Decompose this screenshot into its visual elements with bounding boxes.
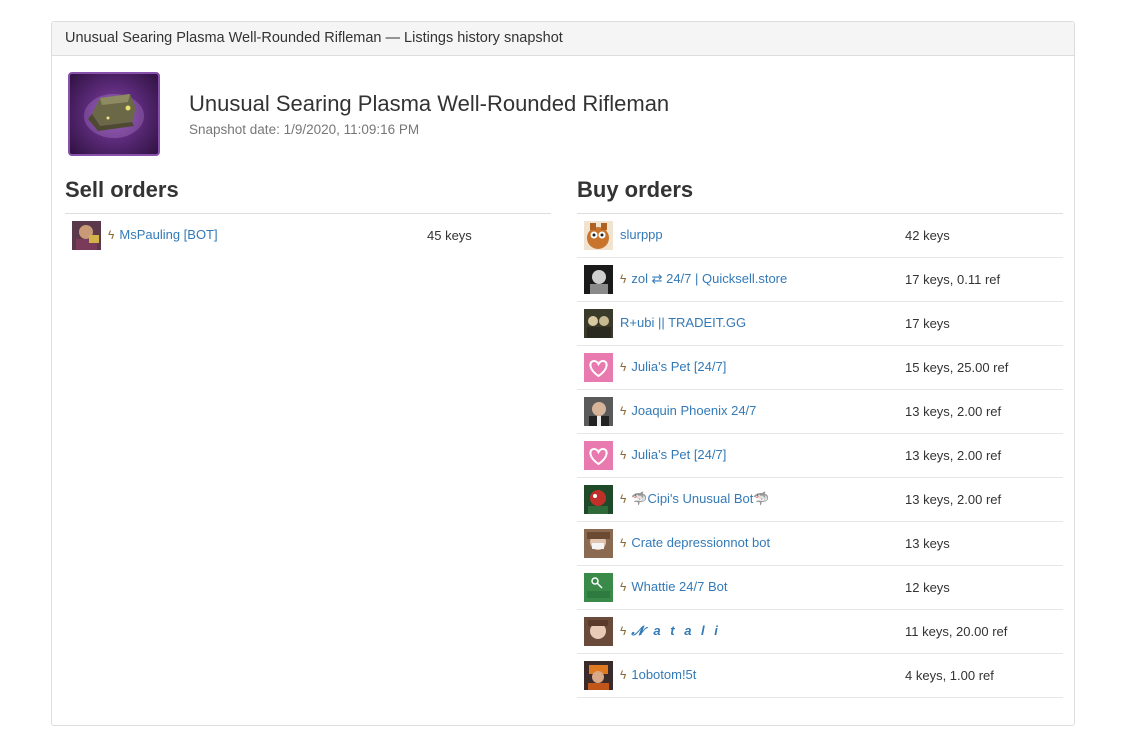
buy-orders-column: Buy orders slurppp 42 keys ϟ zol ⇄ 24/7 |… xyxy=(577,175,1063,698)
order-price: 13 keys, 2.00 ref xyxy=(905,492,1002,507)
item-header: Unusual Searing Plasma Well-Rounded Rifl… xyxy=(52,56,1074,172)
order-price: 13 keys, 2.00 ref xyxy=(905,448,1002,463)
avatar[interactable] xyxy=(584,661,613,690)
order-price: 12 keys xyxy=(905,580,950,595)
buy-order-row: ϟ Joaquin Phoenix 24/7 13 keys, 2.00 ref xyxy=(577,390,1063,434)
buy-order-row: ϟ Whattie 24/7 Bot 12 keys xyxy=(577,566,1063,610)
order-price: 15 keys, 25.00 ref xyxy=(905,360,1009,375)
lightning-bolt-icon: ϟ xyxy=(620,580,627,594)
user-link[interactable]: ϟ Whattie 24/7 Bot xyxy=(620,579,727,594)
lightning-bolt-icon: ϟ xyxy=(620,360,627,374)
buy-order-row: R+ubi || TRADEIT.GG 17 keys xyxy=(577,302,1063,346)
lightning-bolt-icon: ϟ xyxy=(620,404,627,418)
order-price: 17 keys, 0.11 ref xyxy=(905,272,1001,287)
buy-order-row: ϟ𝓝 a t a l i 11 keys, 20.00 ref xyxy=(577,610,1063,654)
buy-order-row: ϟ Crate depressionnot bot 13 keys xyxy=(577,522,1063,566)
lightning-bolt-icon: ϟ xyxy=(620,492,627,506)
user-link[interactable]: ϟ Julia's Pet [24/7] xyxy=(620,447,726,462)
avatar[interactable] xyxy=(72,221,101,250)
avatar[interactable] xyxy=(584,485,613,514)
user-link[interactable]: ϟ Joaquin Phoenix 24/7 xyxy=(620,403,756,418)
avatar[interactable] xyxy=(584,529,613,558)
sell-order-row: ϟ MsPauling [BOT] 45 keys xyxy=(65,214,551,257)
snapshot-date: Snapshot date: 1/9/2020, 11:09:16 PM xyxy=(189,122,420,137)
user-link[interactable]: ϟ Julia's Pet [24/7] xyxy=(620,359,726,374)
user-link[interactable]: ϟ zol ⇄ 24/7 | Quicksell.store xyxy=(620,271,787,287)
lightning-bolt-icon: ϟ xyxy=(620,624,627,638)
sell-orders-title: Sell orders xyxy=(65,175,551,214)
order-price: 13 keys, 2.00 ref xyxy=(905,404,1002,419)
listings-panel: Unusual Searing Plasma Well-Rounded Rifl… xyxy=(51,21,1075,726)
buy-order-row: ϟ 1obotom!5t 4 keys, 1.00 ref xyxy=(577,654,1063,698)
order-price: 4 keys, 1.00 ref xyxy=(905,668,994,683)
item-hat-icon[interactable] xyxy=(68,72,160,156)
sell-orders-column: Sell orders ϟ MsPauling [BOT] 45 keys xyxy=(65,175,551,257)
user-link[interactable]: ϟ𝓝 a t a l i xyxy=(620,623,721,639)
panel-heading: Unusual Searing Plasma Well-Rounded Rifl… xyxy=(52,22,1074,56)
order-price: 17 keys xyxy=(905,316,950,331)
order-price: 11 keys, 20.00 ref xyxy=(905,624,1008,639)
user-link[interactable]: ϟ 🦈Cipi's Unusual Bot🦈 xyxy=(620,491,770,507)
avatar[interactable] xyxy=(584,397,613,426)
user-link[interactable]: ϟ 1obotom!5t xyxy=(620,667,696,682)
lightning-bolt-icon: ϟ xyxy=(620,668,627,682)
bot-tf-logo-icon[interactable] xyxy=(584,573,613,602)
lightning-bolt-icon: ϟ xyxy=(108,228,115,242)
order-price: 42 keys xyxy=(905,228,950,243)
buy-order-row: ϟ zol ⇄ 24/7 | Quicksell.store 17 keys, 0… xyxy=(577,258,1063,302)
order-price: 45 keys xyxy=(427,228,472,243)
avatar[interactable] xyxy=(584,617,613,646)
user-link[interactable]: ϟ MsPauling [BOT] xyxy=(108,227,218,242)
heart-icon[interactable] xyxy=(584,441,613,470)
lightning-bolt-icon: ϟ xyxy=(620,536,627,550)
buy-order-row: slurppp 42 keys xyxy=(577,214,1063,258)
order-price: 13 keys xyxy=(905,536,950,551)
buy-orders-title: Buy orders xyxy=(577,175,1063,214)
buy-order-row: ϟ Julia's Pet [24/7] 13 keys, 2.00 ref xyxy=(577,434,1063,478)
avatar[interactable] xyxy=(584,265,613,294)
item-title: Unusual Searing Plasma Well-Rounded Rifl… xyxy=(189,91,670,116)
lightning-bolt-icon: ϟ xyxy=(620,448,627,462)
heart-icon[interactable] xyxy=(584,353,613,382)
lightning-bolt-icon: ϟ xyxy=(620,272,627,286)
user-link[interactable]: R+ubi || TRADEIT.GG xyxy=(620,315,746,330)
buy-order-row: ϟ Julia's Pet [24/7] 15 keys, 25.00 ref xyxy=(577,346,1063,390)
user-link[interactable]: ϟ Crate depressionnot bot xyxy=(620,535,770,550)
avatar[interactable] xyxy=(584,221,613,250)
buy-order-row: ϟ 🦈Cipi's Unusual Bot🦈 13 keys, 2.00 ref xyxy=(577,478,1063,522)
avatar[interactable] xyxy=(584,309,613,338)
user-link[interactable]: slurppp xyxy=(620,227,663,242)
